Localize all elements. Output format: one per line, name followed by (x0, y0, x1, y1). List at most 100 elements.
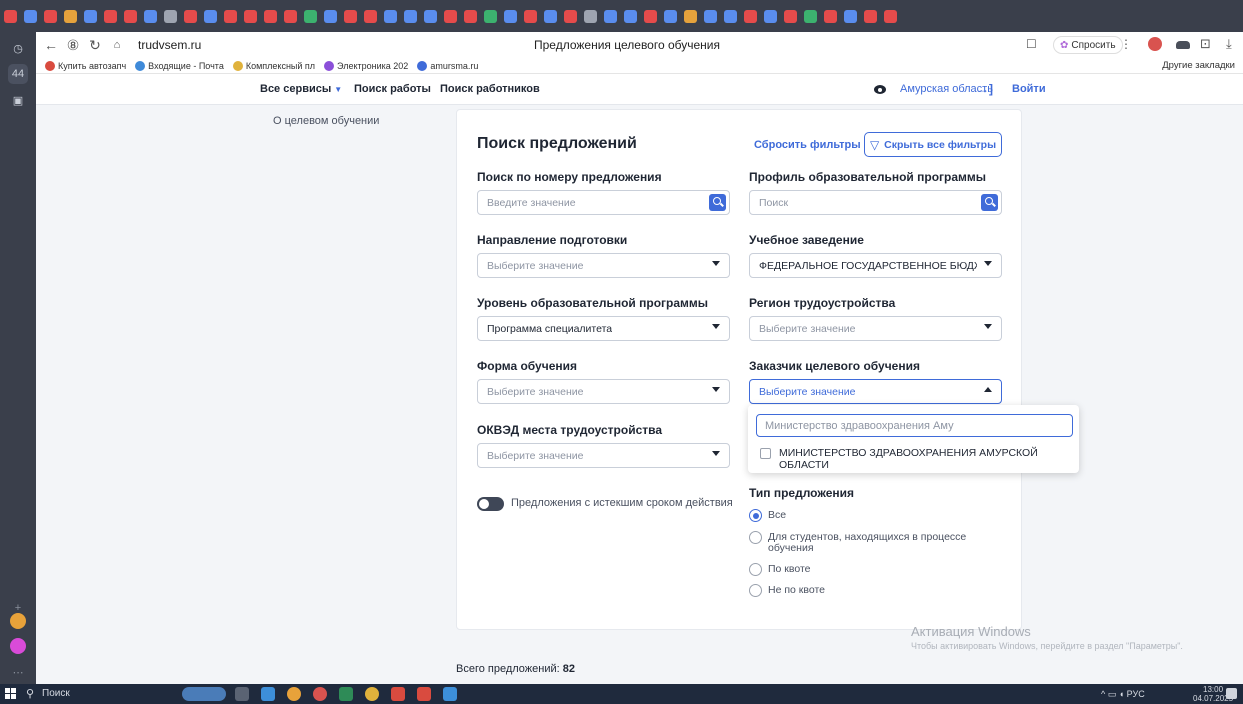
bookmark-item[interactable]: amursma.ru (417, 60, 478, 71)
browser-tab-icon[interactable] (463, 9, 477, 23)
program-level-select[interactable]: Программа специалитета (477, 316, 730, 341)
hide-filters-button[interactable]: ▽ Скрыть все фильтры (864, 132, 1002, 157)
browser-tab-icon[interactable] (423, 9, 437, 23)
browser-tab-icon[interactable] (323, 9, 337, 23)
pdf-icon[interactable] (417, 687, 431, 701)
customer-search-input[interactable]: Министерство здравоохранения Аму (756, 414, 1073, 437)
browser-tab-icon[interactable] (23, 9, 37, 23)
okved-select[interactable]: Выберите значение (477, 443, 730, 468)
customer-option[interactable]: МИНИСТЕРСТВО ЗДРАВООХРАНЕНИЯ АМУРСКОЙ ОБ… (779, 447, 1079, 471)
browser-tab-icon[interactable] (523, 9, 537, 23)
services-menu[interactable]: Все сервисы ▼ (260, 83, 342, 95)
browser-tab-icon[interactable] (623, 9, 637, 23)
offer-number-input[interactable]: Введите значение (477, 190, 730, 215)
windows-start-icon[interactable] (5, 688, 17, 700)
radio-no-quota[interactable] (749, 584, 762, 597)
job-search-link[interactable]: Поиск работы (354, 83, 431, 95)
browser-tab-icon[interactable] (43, 9, 57, 23)
avatar[interactable] (1148, 37, 1162, 51)
worker-search-link[interactable]: Поиск работников (440, 83, 540, 95)
customer-option-checkbox[interactable] (760, 448, 771, 459)
bookmark-item[interactable]: Электроника 202 (324, 60, 408, 71)
browser-tab-icon[interactable] (783, 9, 797, 23)
browser-tab-icon[interactable] (123, 9, 137, 23)
expired-offers-toggle[interactable] (477, 497, 504, 511)
search-icon[interactable] (981, 194, 998, 211)
browser-tab-icon[interactable] (683, 9, 697, 23)
menu-icon[interactable]: ⋮ (1120, 37, 1132, 51)
explorer-icon[interactable] (261, 687, 275, 701)
browser-tab-icon[interactable] (543, 9, 557, 23)
eye-icon[interactable] (874, 85, 886, 94)
about-target-training-link[interactable]: О целевом обучении (273, 115, 379, 127)
bookmark-item[interactable]: Входящие - Почта (135, 60, 224, 71)
browser-tab-icon[interactable] (643, 9, 657, 23)
browser-tab-icon[interactable] (843, 9, 857, 23)
customer-select[interactable]: Выберите значение (749, 379, 1002, 404)
other-bookmarks[interactable]: Другие закладки (1162, 60, 1235, 71)
radio-quota[interactable] (749, 563, 762, 576)
study-form-select[interactable]: Выберите значение (477, 379, 730, 404)
browser-tab-icon[interactable] (763, 9, 777, 23)
browser-tab-icon[interactable] (883, 9, 897, 23)
incognito-icon[interactable] (1176, 41, 1190, 49)
employment-region-select[interactable]: Выберите значение (749, 316, 1002, 341)
browser-tab-icon[interactable] (703, 9, 717, 23)
browser-tab-icon[interactable] (483, 9, 497, 23)
browser-tab-icon[interactable] (583, 9, 597, 23)
browser-tab-icon[interactable] (383, 9, 397, 23)
alice-app-icon[interactable] (10, 638, 26, 654)
widgets-icon[interactable] (182, 687, 226, 701)
reset-filters-button[interactable]: Сбросить фильтры (754, 139, 861, 151)
browser-tab-icon[interactable] (243, 9, 257, 23)
bookmark-item[interactable]: Комплексный пл (232, 60, 315, 71)
taskbar-search[interactable]: Поиск (42, 688, 70, 699)
browser-tab-icon[interactable] (443, 9, 457, 23)
radio-students[interactable] (749, 531, 762, 544)
browser-tab-icon[interactable] (303, 9, 317, 23)
history-icon[interactable]: ◷ (8, 38, 28, 58)
back-icon[interactable]: ← (40, 37, 62, 53)
bookmark-icon[interactable]: ☐ (1026, 37, 1037, 51)
task-view-icon[interactable] (235, 687, 249, 701)
browser-tab-icon[interactable] (203, 9, 217, 23)
app-icon[interactable] (365, 687, 379, 701)
url-field[interactable]: trudvsem.ru (138, 38, 201, 52)
direction-select[interactable]: Выберите значение (477, 253, 730, 278)
ask-button[interactable]: ✿ Спросить (1053, 36, 1123, 54)
browser-tab-icon[interactable] (63, 9, 77, 23)
browser-tab-icon[interactable] (143, 9, 157, 23)
browser-tab-icon[interactable] (803, 9, 817, 23)
word-icon[interactable] (443, 687, 457, 701)
browser-tab-icon[interactable] (723, 9, 737, 23)
notification-icon[interactable] (1226, 688, 1237, 699)
mail-app-icon[interactable] (10, 613, 26, 629)
login-link[interactable]: Войти (1012, 83, 1046, 95)
collections-icon[interactable]: ▣ (8, 90, 28, 110)
search-icon[interactable] (709, 194, 726, 211)
browser-tab-icon[interactable] (223, 9, 237, 23)
reload-icon[interactable]: ↻ (84, 37, 106, 54)
more-icon[interactable]: ⋯ (8, 662, 28, 682)
browser-tab-icon[interactable] (163, 9, 177, 23)
yandex-browser-icon[interactable] (313, 687, 327, 701)
download-icon[interactable]: ⤓ (1226, 36, 1232, 52)
program-profile-input[interactable]: Поиск (749, 190, 1002, 215)
browser-tab-icon[interactable] (263, 9, 277, 23)
browser-tab-icon[interactable] (103, 9, 117, 23)
browser-tab-icon[interactable] (743, 9, 757, 23)
notes-icon[interactable]: 44 (8, 64, 28, 84)
browser-tab-icon[interactable] (283, 9, 297, 23)
browser-tab-icon[interactable] (563, 9, 577, 23)
browser-tab-icon[interactable] (863, 9, 877, 23)
browser-tab-icon[interactable] (503, 9, 517, 23)
app-icon[interactable] (391, 687, 405, 701)
browser-tab-icon[interactable] (663, 9, 677, 23)
browser-tab-icon[interactable] (183, 9, 197, 23)
browser-tab-icon[interactable] (3, 9, 17, 23)
excel-icon[interactable] (339, 687, 353, 701)
browser-tab-icon[interactable] (823, 9, 837, 23)
browser-tab-icon[interactable] (343, 9, 357, 23)
browser-tab-icon[interactable] (603, 9, 617, 23)
bookmark-item[interactable]: Купить автозапч (45, 60, 126, 71)
